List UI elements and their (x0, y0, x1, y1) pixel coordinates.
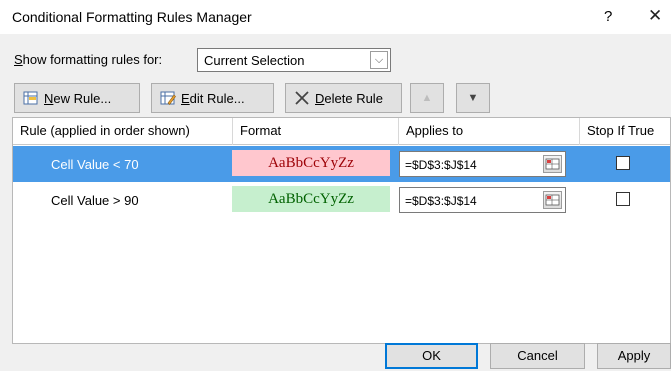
delete-rule-label: Delete Rule (315, 90, 383, 106)
edit-rule-label: Edit Rule... (181, 90, 245, 106)
arrow-up-icon: ▲ (421, 92, 433, 104)
edit-rule-icon (160, 90, 176, 106)
applies-to-field[interactable]: =$D$3:$J$14 (399, 151, 566, 177)
column-header-rule: Rule (applied in order shown) (13, 118, 232, 145)
title-bar: Conditional Formatting Rules Manager ? ✕ (0, 0, 671, 34)
rule-description: Cell Value < 70 (51, 157, 139, 172)
format-preview: AaBbCcYyZz (232, 150, 390, 176)
show-rules-label: Show formatting rules for: (14, 52, 162, 67)
stop-if-true-checkbox[interactable] (616, 156, 630, 170)
rule-row[interactable]: Cell Value < 70 AaBbCcYyZz =$D$3:$J$14 (13, 146, 670, 182)
stop-if-true-checkbox[interactable] (616, 192, 630, 206)
apply-button[interactable]: Apply (597, 343, 671, 369)
range-select-icon (545, 158, 560, 170)
format-preview: AaBbCcYyZz (232, 186, 390, 212)
ok-button[interactable]: OK (385, 343, 478, 369)
new-rule-button[interactable]: New Rule... (14, 83, 140, 113)
range-select-icon (545, 194, 560, 206)
show-rules-selected: Current Selection (204, 53, 305, 68)
arrow-down-icon: ▼ (467, 92, 479, 104)
move-down-button[interactable]: ▼ (456, 83, 490, 113)
new-rule-label: New Rule... (44, 90, 112, 106)
applies-to-field[interactable]: =$D$3:$J$14 (399, 187, 566, 213)
help-button[interactable]: ? (604, 8, 612, 25)
edit-rule-button[interactable]: Edit Rule... (151, 83, 274, 113)
rule-description: Cell Value > 90 (51, 193, 139, 208)
show-rules-dropdown[interactable]: Current Selection ⌵ (197, 48, 391, 72)
delete-rule-button[interactable]: Delete Rule (285, 83, 402, 113)
range-selector-button[interactable] (543, 191, 562, 209)
new-rule-icon (23, 90, 39, 106)
applies-to-value: =$D$3:$J$14 (405, 194, 477, 208)
applies-to-value: =$D$3:$J$14 (405, 158, 477, 172)
dialog-title: Conditional Formatting Rules Manager (12, 9, 252, 25)
range-selector-button[interactable] (543, 155, 562, 173)
column-header-stop-if-true: Stop If True (580, 118, 670, 145)
delete-icon (294, 90, 310, 106)
chevron-down-icon[interactable]: ⌵ (370, 51, 388, 69)
show-rules-accesskey: S (14, 52, 23, 67)
close-button[interactable]: ✕ (648, 6, 662, 26)
column-header-format: Format (233, 118, 398, 145)
show-rules-label-text: how formatting rules for: (22, 52, 163, 67)
rules-table: Rule (applied in order shown) Format App… (12, 117, 671, 344)
column-header-applies-to: Applies to (399, 118, 579, 145)
rule-row[interactable]: Cell Value > 90 AaBbCcYyZz =$D$3:$J$14 (13, 182, 670, 218)
cancel-button[interactable]: Cancel (490, 343, 585, 369)
move-up-button[interactable]: ▲ (410, 83, 444, 113)
